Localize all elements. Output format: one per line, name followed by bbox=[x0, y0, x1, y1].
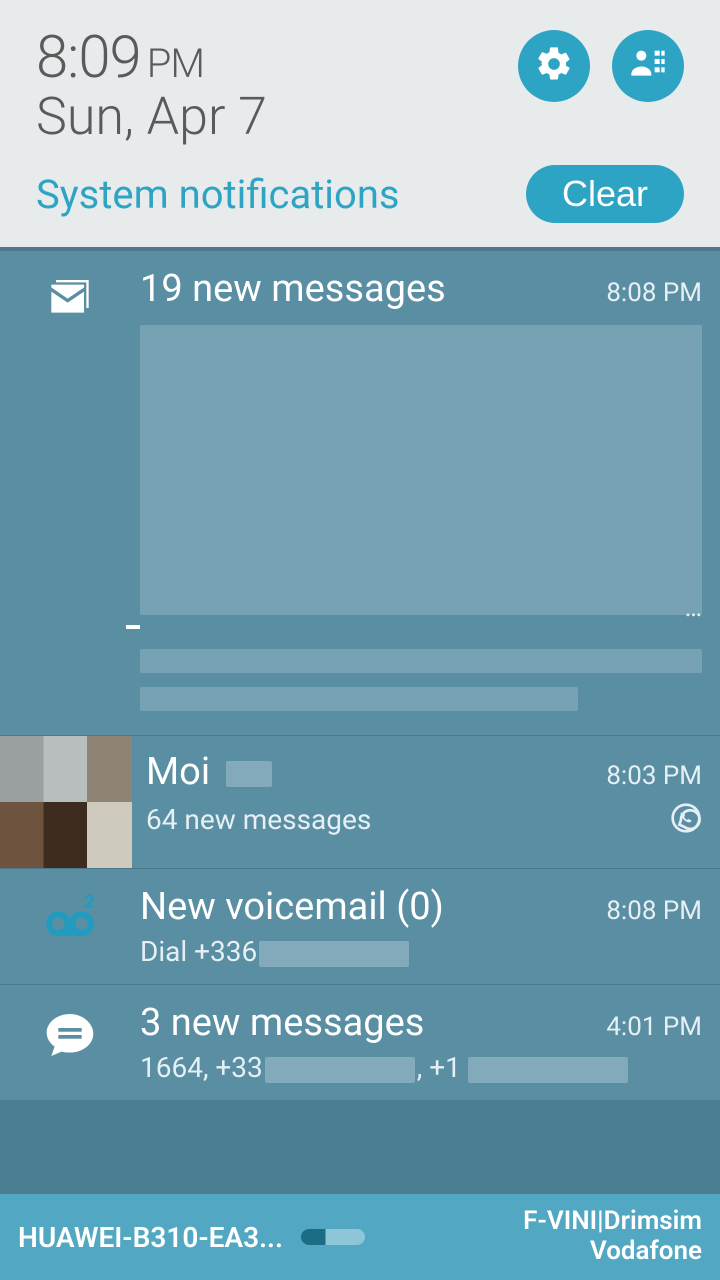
notification-title: 19 new messages bbox=[140, 267, 446, 311]
notification-body-redacted: … bbox=[140, 325, 702, 711]
contacts-grid-icon bbox=[628, 44, 668, 88]
clock-block: 8:09PM Sun, Apr 7 bbox=[36, 24, 267, 147]
time-value: 8:09 bbox=[36, 24, 141, 92]
whatsapp-icon bbox=[670, 802, 702, 838]
carrier-label: F-VINI|Drimsim Vodafone bbox=[523, 1207, 702, 1267]
wifi-ssid: HUAWEI-B310-EA3... bbox=[18, 1221, 283, 1254]
contacts-button[interactable] bbox=[612, 30, 684, 102]
notification-time: 8:03 PM bbox=[606, 761, 702, 791]
notification-subtitle: 64 new messages bbox=[146, 803, 371, 836]
date: Sun, Apr 7 bbox=[36, 86, 267, 147]
gear-icon bbox=[534, 44, 574, 88]
notification-list: 19 new messages 8:08 PM … Moi 8:03 PM bbox=[0, 247, 720, 1194]
settings-button[interactable] bbox=[518, 30, 590, 102]
svg-text:2: 2 bbox=[84, 891, 95, 912]
notification-time: 8:08 PM bbox=[606, 896, 702, 926]
avatar bbox=[0, 736, 132, 868]
notification-title: New voicemail (0) bbox=[140, 885, 444, 929]
notification-voicemail[interactable]: 2 New voicemail (0) 8:08 PM Dial +336 bbox=[0, 868, 720, 984]
status-bar: HUAWEI-B310-EA3... F-VINI|Drimsim Vodafo… bbox=[0, 1194, 720, 1280]
notification-title: Moi bbox=[146, 750, 272, 794]
notification-time: 8:08 PM bbox=[606, 278, 702, 308]
wifi-strength-icon bbox=[301, 1229, 365, 1245]
notification-sms[interactable]: 3 new messages 4:01 PM 1664, +33, +1 bbox=[0, 984, 720, 1100]
notification-title: 3 new messages bbox=[140, 1001, 424, 1045]
notification-whatsapp[interactable]: Moi 8:03 PM 64 new messages bbox=[0, 735, 720, 868]
notification-subtitle: Dial +336 bbox=[140, 935, 702, 968]
notification-subtitle: 1664, +33, +1 bbox=[140, 1051, 702, 1084]
time-ampm: PM bbox=[147, 40, 204, 87]
shade-gap bbox=[0, 1100, 720, 1194]
notification-time: 4:01 PM bbox=[606, 1012, 702, 1042]
notification-gmail[interactable]: 19 new messages 8:08 PM … bbox=[0, 247, 720, 735]
gmail-icon bbox=[42, 273, 98, 333]
messaging-icon bbox=[42, 1007, 98, 1067]
notification-shade-header: 8:09PM Sun, Apr 7 System notifications C… bbox=[0, 0, 720, 247]
header-icon-buttons bbox=[518, 24, 684, 102]
time: 8:09PM bbox=[36, 24, 267, 92]
clear-button[interactable]: Clear bbox=[526, 165, 684, 223]
section-label: System notifications bbox=[36, 171, 400, 218]
voicemail-icon: 2 bbox=[42, 891, 98, 951]
